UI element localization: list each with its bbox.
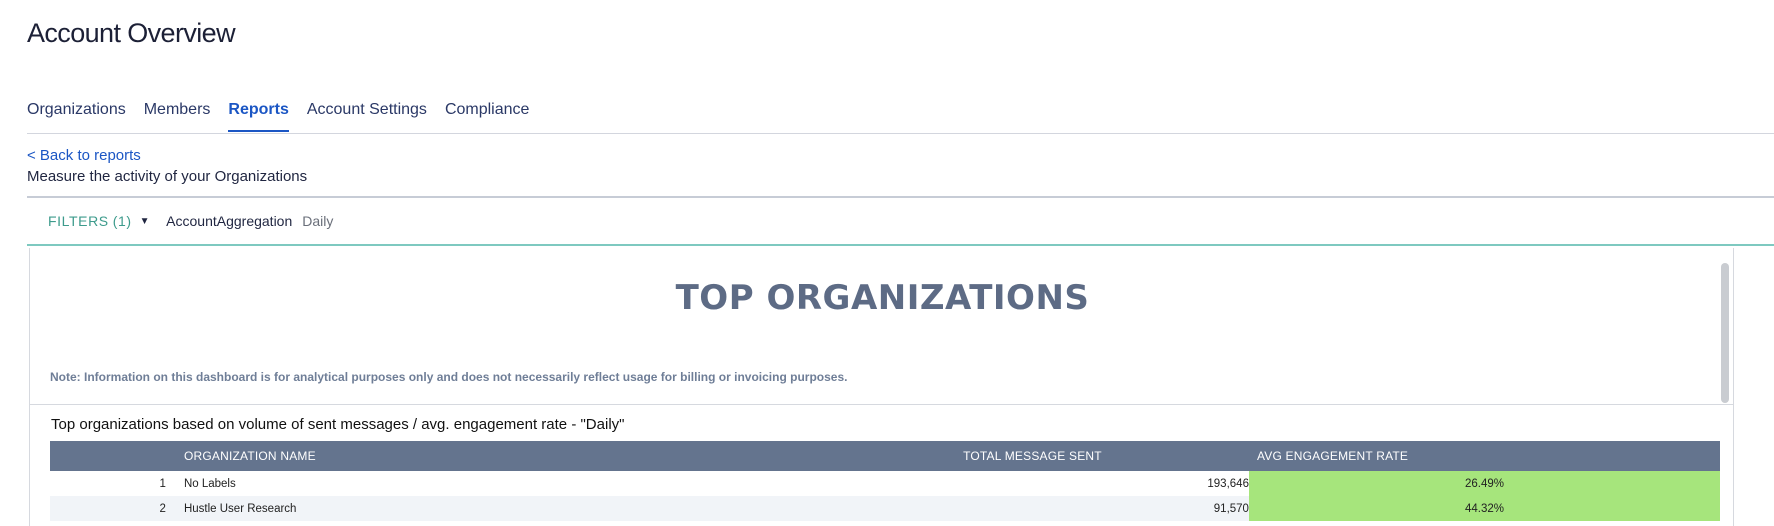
filters-count: (1) [112,213,132,229]
tab-reports[interactable]: Reports [228,92,289,132]
filters-toggle-button[interactable]: FILTERS (1) ▼ [48,213,150,229]
caret-down-icon: ▼ [139,215,151,227]
tab-bar: Organizations Members Reports Account Se… [27,92,547,134]
dashboard-note: Note: Information on this dashboard is f… [50,370,848,384]
column-header-total-message-sent[interactable]: TOTAL MESSAGE SENT [815,441,1249,471]
tab-members[interactable]: Members [144,92,211,132]
table-row: 2 Hustle User Research 91,570 44.32% [50,496,1720,521]
section-divider [27,196,1774,198]
row-avg-engagement-rate: 44.32% [1248,496,1720,521]
tab-compliance[interactable]: Compliance [445,92,529,132]
dashboard-top-border [27,244,1774,246]
table-header-row: ORGANIZATION NAME TOTAL MESSAGE SENT AVG… [50,441,1720,471]
back-to-reports-link[interactable]: < Back to reports [27,147,141,164]
tile-title: Top organizations based on volume of sen… [51,416,625,433]
row-rank: 1 [159,477,166,490]
row-organization-name: No Labels [183,477,236,490]
row-total-message-sent: 193,646 [1207,477,1249,490]
top-organizations-table: ORGANIZATION NAME TOTAL MESSAGE SENT AVG… [50,441,1720,521]
row-rank: 2 [50,496,184,521]
filters-bar: FILTERS (1) ▼ AccountAggregation Daily [48,213,333,229]
filter-name: AccountAggregation [166,213,293,229]
filter-value[interactable]: Daily [302,213,333,229]
tab-account-settings[interactable]: Account Settings [307,92,427,132]
column-header-rank[interactable] [50,441,184,471]
column-header-avg-engagement-rate[interactable]: AVG ENGAGEMENT RATE [1248,441,1720,471]
row-avg-engagement-rate: 26.49% [1248,471,1720,496]
row-organization-name: Hustle User Research [183,496,816,521]
tabs-divider [27,133,1774,134]
dashboard-title: TOP ORGANIZATIONS [675,278,1090,318]
dashboard-scrollbar[interactable] [1721,263,1729,403]
column-header-organization-name[interactable]: ORGANIZATION NAME [183,441,816,471]
filters-label: FILTERS [48,213,109,229]
tile-divider [30,404,1733,405]
page-title: Account Overview [27,18,236,48]
page-subtitle: Measure the activity of your Organizatio… [27,168,308,185]
table-row: 1 No Labels 193,646 26.49% [50,471,1720,496]
tab-organizations[interactable]: Organizations [27,92,126,132]
row-total-message-sent: 91,570 [815,496,1249,521]
dashboard-panel: TOP ORGANIZATIONS Note: Information on t… [29,248,1734,526]
